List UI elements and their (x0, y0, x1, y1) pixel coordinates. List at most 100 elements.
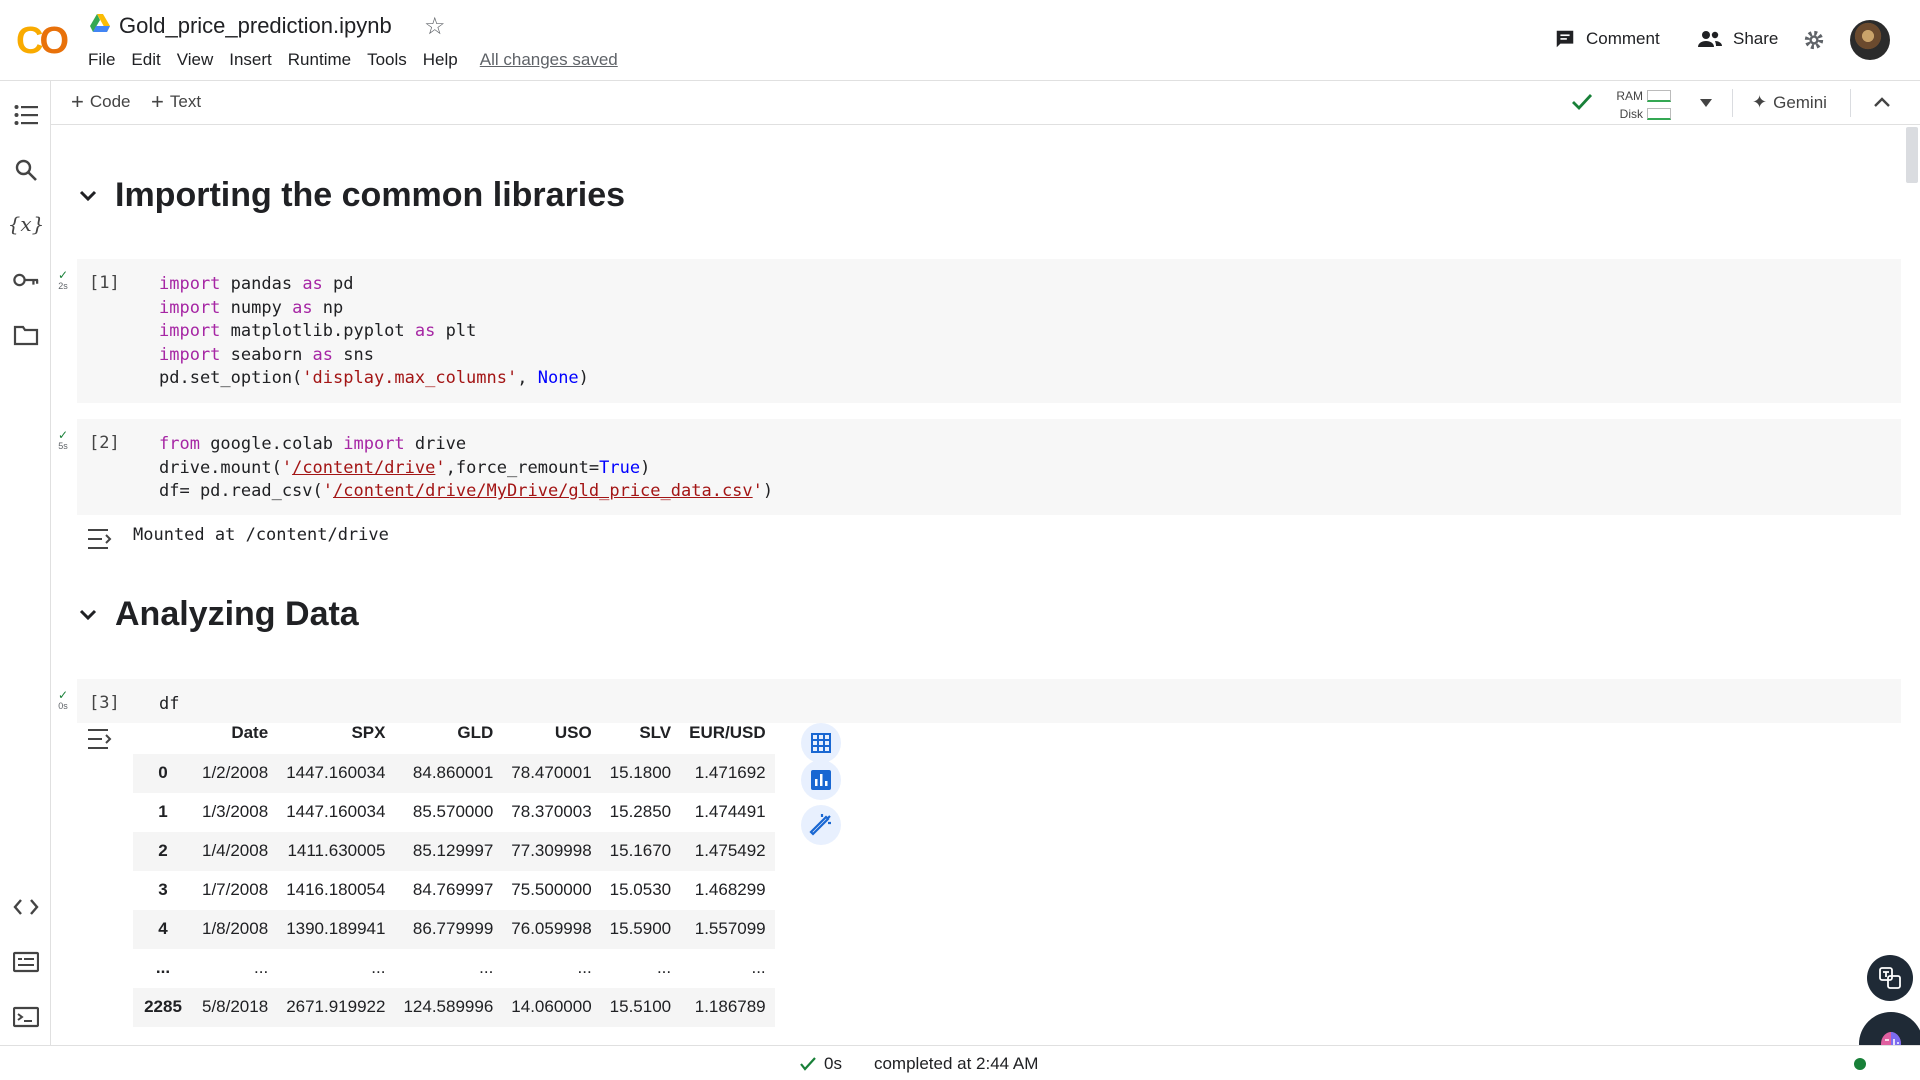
folder-icon[interactable] (13, 322, 39, 348)
connected-check-icon[interactable] (1571, 93, 1593, 111)
execution-status: ✓ 5s (51, 429, 75, 451)
table-cell: 84.769997 (412, 880, 494, 899)
add-text-label: Text (169, 92, 202, 111)
code-cell[interactable]: ✓ 2s [1] import pandas as pd import numpy… (58, 259, 1901, 403)
row-index: 2285 (133, 987, 193, 1027)
chevron-down-icon[interactable] (79, 190, 97, 202)
vertical-scrollbar[interactable] (1906, 127, 1918, 183)
ram-label: RAM (1616, 89, 1643, 103)
terminal-icon[interactable] (13, 1004, 39, 1030)
magic-wand-icon (809, 814, 831, 836)
execution-time: 0s (58, 701, 68, 711)
share-button[interactable]: Share (1697, 28, 1778, 50)
table-cell: ... (656, 958, 672, 977)
code-cell[interactable]: ✓ 5s [2] from google.colab import drive d… (58, 419, 1901, 515)
translate-icon (1879, 967, 1901, 989)
check-icon: ✓ (57, 688, 69, 702)
execution-time: 2s (58, 281, 68, 291)
cell-prompt[interactable]: [1] (89, 273, 120, 293)
toolbar-divider (1732, 89, 1733, 117)
menu-edit[interactable]: Edit (131, 50, 160, 70)
table-cell: 1.474491 (694, 802, 766, 821)
save-status-link[interactable]: All changes saved (480, 50, 618, 70)
table-cell: 15.5900 (600, 909, 681, 949)
chevron-down-icon[interactable] (79, 609, 97, 621)
google-drive-icon[interactable] (90, 14, 110, 32)
table-row: 1 1/3/2008 1447.160034 85.570000 78.370003 15… (133, 793, 775, 832)
table-cell: ... (577, 958, 592, 977)
command-palette-icon[interactable] (13, 949, 39, 975)
key-icon[interactable] (13, 267, 39, 293)
table-of-contents-icon[interactable] (13, 102, 39, 128)
table-cell: 1.475492 (680, 831, 775, 871)
code-editor[interactable]: df (159, 693, 179, 717)
runtime-dropdown-icon[interactable] (1699, 98, 1713, 108)
table-row: 0 1/2/2008 1447.160034 84.860001 78.470001 15… (133, 753, 775, 793)
table-cell: 1411.630005 (277, 831, 395, 871)
table-cell: 15.5100 (600, 987, 681, 1027)
chevron-up-icon[interactable] (1874, 97, 1890, 107)
code-editor[interactable]: import pandas as pd import numpy as np i… (159, 273, 589, 391)
translate-button[interactable] (1867, 955, 1913, 1001)
suggest-charts-button[interactable] (801, 760, 841, 800)
table-cell: 1/8/2008 (193, 909, 278, 949)
table-cell: 14.060000 (502, 987, 601, 1027)
bar-chart-icon (811, 770, 831, 790)
resource-monitor[interactable]: RAM Disk (1611, 87, 1671, 123)
menu-file[interactable]: File (88, 50, 115, 70)
user-avatar[interactable] (1850, 20, 1890, 60)
menu-view[interactable]: View (177, 50, 214, 70)
output-actions-icon[interactable] (87, 527, 115, 551)
row-index: 1 (158, 802, 168, 821)
ram-bar (1647, 90, 1671, 102)
table-cell: 1390.189941 (277, 909, 395, 949)
table-cell: 15.0530 (609, 880, 672, 899)
row-index: ... (155, 958, 171, 977)
star-icon[interactable]: ☆ (424, 12, 446, 41)
table-cell: 76.059998 (502, 909, 601, 949)
code-snippets-icon[interactable] (13, 894, 39, 920)
execution-status-bar[interactable]: 0s completed at 2:44 AM (800, 1054, 1038, 1074)
notebook-title[interactable]: Gold_price_prediction.ipynb (119, 13, 392, 39)
table-cell: 5/8/2018 (193, 987, 278, 1027)
comment-button[interactable]: Comment (1554, 28, 1660, 50)
colab-logo[interactable]: CO (16, 20, 69, 63)
table-cell: 1/4/2008 (193, 831, 278, 871)
interactive-table-button[interactable] (801, 723, 841, 763)
table-row: 4 1/8/2008 1390.189941 86.779999 76.059998 15… (133, 909, 775, 949)
execution-status: ✓ 0s (51, 689, 75, 711)
table-cell: 77.309998 (502, 831, 601, 871)
table-cell: 15.1800 (600, 753, 681, 793)
menu-runtime[interactable]: Runtime (288, 50, 351, 70)
search-icon[interactable] (13, 157, 39, 183)
notebook-main: Importing the common libraries ✓ 2s [1] i… (51, 125, 1901, 1045)
comment-label: Comment (1586, 29, 1660, 48)
cell-prompt[interactable]: [3] (89, 693, 120, 713)
table-cell: 15.2850 (609, 802, 672, 821)
row-index: 0 (133, 753, 193, 793)
gear-icon[interactable] (1803, 29, 1825, 51)
variables-icon[interactable]: {x} (8, 211, 45, 237)
notebook-toolbar: + Code + Text RAM Disk ✦ Gemini (51, 81, 1920, 125)
table-cell: 1.471692 (680, 753, 775, 793)
menu-help[interactable]: Help (423, 50, 458, 70)
status-bar: 0s completed at 2:44 AM (0, 1045, 1920, 1080)
column-header: EUR/USD (680, 715, 775, 754)
table-row: 2285 5/8/2018 2671.919922 124.589996 14.0600… (133, 987, 775, 1027)
gemini-button[interactable]: ✦ Gemini (1752, 92, 1827, 113)
code-editor[interactable]: from google.colab import drive drive.mou… (159, 433, 773, 504)
table-row: 3 1/7/2008 1416.180054 84.769997 75.500000 15… (133, 871, 775, 910)
add-code-button[interactable]: + Code (71, 91, 131, 113)
menu-insert[interactable]: Insert (229, 50, 272, 70)
add-text-button[interactable]: + Text (151, 91, 202, 113)
cell-prompt[interactable]: [2] (89, 433, 120, 453)
menu-tools[interactable]: Tools (367, 50, 407, 70)
table-cell: 1/2/2008 (193, 753, 278, 793)
generate-code-button[interactable] (801, 805, 841, 845)
section-heading-analyzing: Analyzing Data (79, 595, 359, 634)
table-cell: 86.779999 (394, 909, 503, 949)
table-cell: ... (751, 958, 766, 977)
output-actions-icon[interactable] (87, 727, 115, 751)
table-cell: 84.860001 (394, 753, 503, 793)
table-cell: 1.468299 (694, 880, 766, 899)
